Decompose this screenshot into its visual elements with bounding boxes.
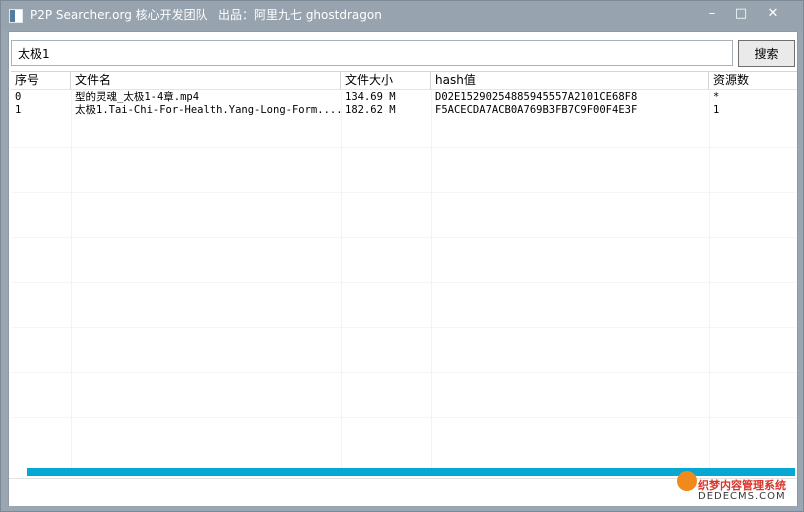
- cell-filesize: 182.62 M: [345, 104, 396, 116]
- row-gridline: [11, 282, 797, 283]
- table-header: 序号 文件名 文件大小 hash值 资源数: [11, 72, 797, 90]
- cell-filesize: 134.69 M: [345, 91, 396, 103]
- column-header-index[interactable]: 序号: [11, 72, 71, 89]
- cell-hash: D02E15290254885945557A2101CE68F8: [435, 91, 638, 103]
- cell-filename: 太极1.Tai-Chi-For-Health.Yang-Long-Form...…: [75, 104, 341, 116]
- row-gridline: [11, 192, 797, 193]
- row-gridline: [11, 327, 797, 328]
- table-row[interactable]: 1 太极1.Tai-Chi-For-Health.Yang-Long-Form.…: [11, 104, 797, 117]
- app-icon: [9, 9, 23, 23]
- minimize-icon[interactable]: –: [697, 3, 727, 25]
- column-header-hash[interactable]: hash值: [431, 72, 709, 89]
- row-gridline: [11, 147, 797, 148]
- maximize-icon[interactable]: □: [726, 3, 756, 25]
- close-icon[interactable]: ✕: [758, 3, 788, 25]
- window-credit: 出品：阿里九七 ghostdragon: [218, 8, 382, 22]
- client-area: 搜索 序号 文件名 文件大小 hash值 资源数 0 型的灵魂_太极1-4章.m…: [8, 31, 798, 506]
- cell-filename: 型的灵魂_太极1-4章.mp4: [75, 91, 200, 103]
- row-gridline: [11, 372, 797, 373]
- cell-index: 0: [15, 91, 22, 103]
- watermark-logo: [677, 471, 697, 491]
- column-header-sources[interactable]: 资源数: [709, 72, 797, 89]
- watermark-url: DEDECMS.COM: [698, 491, 786, 502]
- search-input[interactable]: [11, 40, 733, 66]
- column-header-filename[interactable]: 文件名: [71, 72, 341, 89]
- cell-sources: *: [713, 91, 720, 103]
- cell-sources: 1: [713, 104, 720, 116]
- window-title: P2P Searcher.org 核心开发团队: [30, 8, 208, 22]
- column-header-filesize[interactable]: 文件大小: [341, 72, 431, 89]
- title-bar[interactable]: P2P Searcher.org 核心开发团队 出品：阿里九七 ghostdra…: [1, 1, 803, 31]
- row-gridline: [11, 417, 797, 418]
- cell-hash: F5ACECDA7ACB0A769B3FB7C9F00F4E3F: [435, 104, 638, 116]
- results-table[interactable]: 序号 文件名 文件大小 hash值 资源数 0 型的灵魂_太极1-4章.mp4 …: [11, 71, 797, 472]
- search-button[interactable]: 搜索: [738, 40, 795, 67]
- table-row[interactable]: 0 型的灵魂_太极1-4章.mp4 134.69 M D02E152902548…: [11, 91, 797, 104]
- app-window: P2P Searcher.org 核心开发团队 出品：阿里九七 ghostdra…: [0, 0, 804, 512]
- row-gridline: [11, 237, 797, 238]
- cell-index: 1: [15, 104, 22, 116]
